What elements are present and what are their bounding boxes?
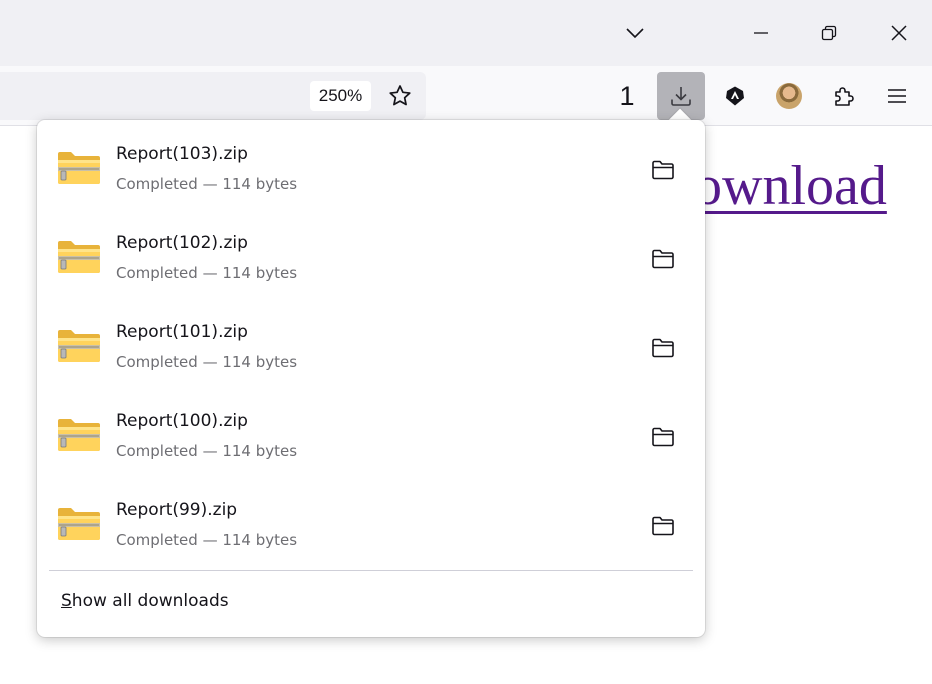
extension-brave-button[interactable] [711,72,759,120]
zoom-reset-button[interactable]: 250% [310,81,371,111]
download-filename: Report(102).zip [116,233,248,253]
download-status: Completed — 114 bytes [116,531,298,549]
application-menu-button[interactable] [873,72,921,120]
title-bar [0,0,932,66]
zip-folder-icon [58,330,100,362]
zip-folder-icon [58,241,100,273]
show-in-folder-button[interactable] [643,332,683,364]
download-item[interactable]: Report(99).zip Completed — 114 bytes [37,476,705,565]
download-status: Completed — 114 bytes [116,442,298,460]
show-in-folder-button[interactable] [643,510,683,542]
minimize-button[interactable] [738,10,784,56]
puzzle-icon [835,87,854,106]
folder-icon [652,516,674,536]
download-status: Completed — 114 bytes [116,175,298,193]
close-icon [891,25,907,41]
download-filename: Report(101).zip [116,322,248,342]
avatar [776,83,802,109]
show-in-folder-button[interactable] [643,243,683,275]
downloads-panel: Report(103).zip Completed — 114 bytes Re… [37,120,705,637]
show-in-folder-button[interactable] [643,421,683,453]
brave-lion-icon [726,86,744,106]
folder-icon [652,338,674,358]
profile-button[interactable] [765,72,813,120]
download-status: Completed — 114 bytes [116,264,298,282]
download-icon [671,87,691,106]
extensions-button[interactable] [820,72,868,120]
close-window-button[interactable] [876,10,922,56]
list-all-tabs-button[interactable] [612,10,658,56]
download-filename: Report(103).zip [116,144,248,164]
download-item[interactable]: Report(100).zip Completed — 114 bytes [37,387,705,476]
minimize-icon [754,32,768,34]
download-filename: Report(100).zip [116,411,248,431]
panel-divider [49,570,693,571]
zip-folder-icon [58,419,100,451]
restore-button[interactable] [806,10,852,56]
restore-icon [821,25,837,41]
download-item[interactable]: Report(101).zip Completed — 114 bytes [37,298,705,387]
bookmark-page-button[interactable] [382,78,418,114]
hamburger-menu-icon [888,89,906,103]
zip-folder-icon [58,152,100,184]
download-status: Completed — 114 bytes [116,353,298,371]
download-filename: Report(99).zip [116,500,238,520]
show-all-label: how all downloads [71,591,229,611]
download-count: 1 [619,80,635,111]
folder-icon [652,249,674,269]
folder-icon [652,427,674,447]
page-download-link[interactable]: ownload [694,158,932,214]
download-item[interactable]: Report(103).zip Completed — 114 bytes [37,120,705,209]
show-in-folder-button[interactable] [643,154,683,186]
download-item[interactable]: Report(102).zip Completed — 114 bytes [37,209,705,298]
chevron-down-icon [626,28,644,39]
star-icon [389,85,411,106]
navigation-toolbar: 250% 1 [0,66,932,126]
access-key: S [61,591,72,611]
show-all-downloads-button[interactable]: Show all downloads [61,591,229,611]
zip-folder-icon [58,508,100,540]
folder-icon [652,160,674,180]
